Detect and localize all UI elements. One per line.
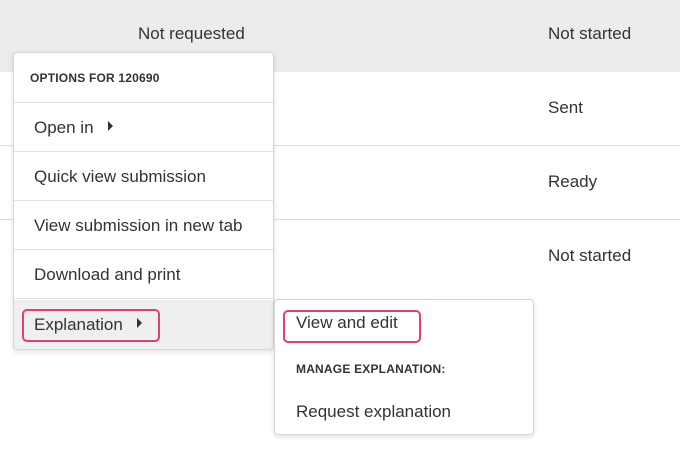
status-cell: Ready (548, 172, 598, 191)
explanation-highlight (22, 309, 160, 342)
status-cell: Not started (548, 24, 632, 43)
menu-item-label: Download and print (34, 265, 181, 284)
menu-item-label: Request explanation (296, 402, 452, 421)
menu-item-open-in[interactable]: Open in (14, 103, 273, 152)
page: Not requested Not started Sent Ready Not… (0, 0, 680, 458)
menu-item-label: View submission in new tab (34, 216, 243, 235)
request-status-cell: Not requested (138, 24, 245, 43)
explanation-submenu: View and edit MANAGE EXPLANATION: Reques… (274, 299, 534, 435)
caret-right-icon (107, 120, 113, 131)
menu-item-label: Open in (34, 118, 94, 137)
options-menu: OPTIONS FOR 120690 Open in Quick view su… (13, 52, 274, 350)
menu-item-label: Quick view submission (34, 167, 206, 186)
manage-explanation-label: MANAGE EXPLANATION: (296, 362, 446, 376)
status-cell: Sent (548, 98, 583, 117)
menu-item-explanation[interactable]: Explanation (14, 300, 273, 349)
menu-item-quick-view-submission[interactable]: Quick view submission (14, 152, 273, 201)
status-cell: Not started (548, 246, 632, 265)
menu-item-view-submission-new-tab[interactable]: View submission in new tab (14, 201, 273, 250)
options-menu-title: OPTIONS FOR 120690 (14, 53, 273, 103)
menu-item-request-explanation[interactable]: Request explanation (275, 400, 533, 424)
menu-item-download-print[interactable]: Download and print (14, 250, 273, 299)
view-edit-highlight (283, 310, 421, 343)
